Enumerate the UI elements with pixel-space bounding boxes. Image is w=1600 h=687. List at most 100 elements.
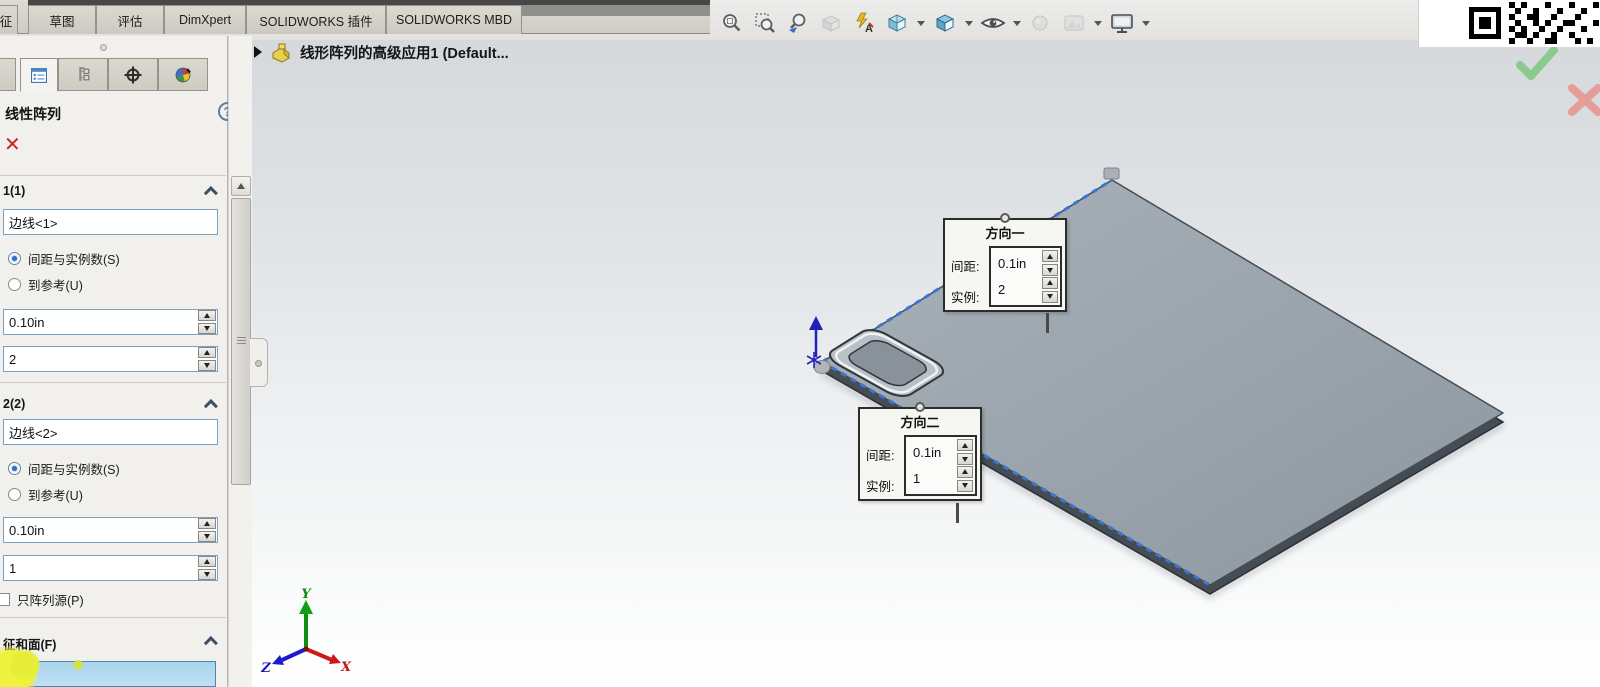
zoom-to-fit-icon[interactable] <box>718 9 746 37</box>
direction1-collapse-icon[interactable] <box>204 186 218 200</box>
tab-propertymanager[interactable] <box>20 58 58 92</box>
pattern-seed-only-checkbox[interactable]: 只阵列源(P) <box>0 591 84 607</box>
heads-up-toolbar: A <box>718 8 1151 38</box>
instances-spinner[interactable] <box>198 556 216 580</box>
tab-label: 草图 <box>49 11 74 30</box>
tab-displaymanager[interactable] <box>158 58 208 91</box>
view-settings-icon[interactable] <box>1108 9 1136 37</box>
confirm-ok-button[interactable] <box>1514 44 1560 89</box>
panel-scrollbar[interactable] <box>228 36 252 687</box>
features-collapse-icon[interactable] <box>204 636 218 650</box>
direction2-callout[interactable]: 方向二 间距: 实例: 0.1in 1 <box>858 407 982 501</box>
direction1-spacing-radio[interactable]: 间距与实例数(S) <box>8 250 120 266</box>
tab-featuremanager-partial[interactable] <box>0 58 16 91</box>
dimxpertmanager-icon <box>124 66 142 84</box>
view-orientation-icon[interactable] <box>883 9 911 37</box>
spacing-spinner[interactable] <box>198 310 216 334</box>
property-manager-panel: 线性阵列 ? ✕ 1(1) 边线<1> 间距与实例数(S) 到参考(U) 0.1… <box>0 36 228 687</box>
top-toolbar-band: 征 草图 评估 DimXpert SOLIDWORKS 插件 SOLIDWORK… <box>0 0 1600 40</box>
divider <box>0 382 226 383</box>
callout-value-box: 0.1in 1 <box>904 435 977 496</box>
tab-features-partial[interactable]: 征 <box>0 5 18 34</box>
annotations-icon[interactable]: A <box>850 9 878 37</box>
view-orientation-dropdown-icon[interactable] <box>917 21 925 26</box>
apply-scene-dropdown-icon[interactable] <box>1094 21 1102 26</box>
part-name[interactable]: 线形阵列的高级应用1 (Default... <box>300 42 509 63</box>
instances-spinner[interactable] <box>198 347 216 371</box>
direction1-group-header[interactable]: 1(1) <box>3 184 25 198</box>
tab-sketch[interactable]: 草图 <box>28 5 96 34</box>
spacing-value[interactable]: 0.1in <box>908 445 941 460</box>
instances-label: 实例: <box>951 287 979 306</box>
display-style-dropdown-icon[interactable] <box>965 21 973 26</box>
callout1-collapse-chevron[interactable] <box>1046 316 1049 334</box>
spacing-spinner[interactable] <box>1042 250 1058 276</box>
direction2-edge-field[interactable]: 边线<2> <box>3 419 218 445</box>
callout2-collapse-chevron[interactable] <box>956 506 959 524</box>
tab-dimxpert[interactable]: DimXpert <box>164 5 246 34</box>
direction1-callout[interactable]: 方向一 间距: 实例: 0.1in 2 <box>943 218 1067 312</box>
spacing-spinner[interactable] <box>957 439 973 465</box>
confirm-cancel-button[interactable] <box>1564 80 1600 125</box>
graphics-viewport[interactable] <box>250 36 1600 687</box>
direction1-edge-field[interactable]: 边线<1> <box>3 209 218 235</box>
radio-selected-icon <box>8 462 21 475</box>
spacing-spinner[interactable] <box>198 518 216 542</box>
panel-cancel-icon[interactable]: ✕ <box>4 135 21 155</box>
direction1-instances-field[interactable]: 2 <box>3 346 218 372</box>
callout-title: 方向一 <box>945 223 1065 242</box>
instances-spinner[interactable] <box>957 466 973 492</box>
view-settings-dropdown-icon[interactable] <box>1142 21 1150 26</box>
direction2-collapse-icon[interactable] <box>204 399 218 413</box>
section-view-icon[interactable] <box>817 9 845 37</box>
tab-label: DimXpert <box>179 13 231 27</box>
scrollbar-thumb[interactable] <box>231 198 251 485</box>
callout-title: 方向二 <box>860 412 980 431</box>
tab-evaluate[interactable]: 评估 <box>96 5 164 34</box>
flyout-feature-tree: 线形阵列的高级应用1 (Default... <box>254 39 509 65</box>
tab-solidworks-mbd[interactable]: SOLIDWORKS MBD <box>386 5 522 34</box>
solidworks-window: Y X Z 线形阵列的高级应用1 (Default... 方向一 间距: 实例:… <box>0 0 1600 687</box>
scrollbar-up-button[interactable] <box>231 176 251 196</box>
callout-handle-icon[interactable] <box>1000 213 1010 223</box>
hide-show-items-icon[interactable] <box>979 9 1007 37</box>
direction1-reference-radio[interactable]: 到参考(U) <box>8 276 83 292</box>
tab-configurationmanager[interactable] <box>58 58 108 91</box>
callout-value-box: 0.1in 2 <box>989 246 1062 307</box>
radio-label: 间距与实例数(S) <box>28 249 120 268</box>
cancel-icon <box>1564 80 1600 120</box>
features-group-header[interactable]: 征和面(F) <box>3 634 56 653</box>
tab-dimxpertmanager[interactable] <box>108 58 158 91</box>
tab-label: 评估 <box>117 11 142 30</box>
spacing-label: 间距: <box>951 256 979 275</box>
hide-show-items-dropdown-icon[interactable] <box>1013 21 1021 26</box>
direction2-spacing-radio[interactable]: 间距与实例数(S) <box>8 460 120 476</box>
direction1-spacing-field[interactable]: 0.10in <box>3 309 218 335</box>
instances-spinner[interactable] <box>1042 277 1058 303</box>
apply-scene-icon[interactable] <box>1060 9 1088 37</box>
spacing-value[interactable]: 0.1in <box>993 256 1026 271</box>
display-style-icon[interactable] <box>931 9 959 37</box>
direction2-instances-field[interactable]: 1 <box>3 555 218 581</box>
panel-splitter-handle[interactable] <box>250 338 268 387</box>
instances-value[interactable]: 1 <box>908 471 920 486</box>
spacing-value: 0.10in <box>4 523 198 538</box>
scrollbar-grip-icon <box>237 337 246 345</box>
instances-value[interactable]: 2 <box>993 282 1005 297</box>
spacing-label: 间距: <box>866 445 894 464</box>
expand-arrow-icon[interactable] <box>254 46 262 58</box>
tab-solidworks-addins[interactable]: SOLIDWORKS 插件 <box>246 5 386 34</box>
edit-appearance-icon[interactable] <box>1027 9 1055 37</box>
direction2-reference-radio[interactable]: 到参考(U) <box>8 486 83 502</box>
callout-handle-icon[interactable] <box>915 402 925 412</box>
zoom-to-area-icon[interactable] <box>751 9 779 37</box>
direction2-group-header[interactable]: 2(2) <box>3 397 25 411</box>
panel-splitter-dot[interactable] <box>100 44 107 51</box>
direction2-spacing-field[interactable]: 0.10in <box>3 517 218 543</box>
previous-view-icon[interactable] <box>784 9 812 37</box>
tab-label: SOLIDWORKS MBD <box>396 13 512 27</box>
qr-code <box>1418 0 1600 47</box>
features-selection-list[interactable] <box>4 661 216 687</box>
divider <box>0 175 226 176</box>
displaymanager-icon <box>174 66 192 84</box>
